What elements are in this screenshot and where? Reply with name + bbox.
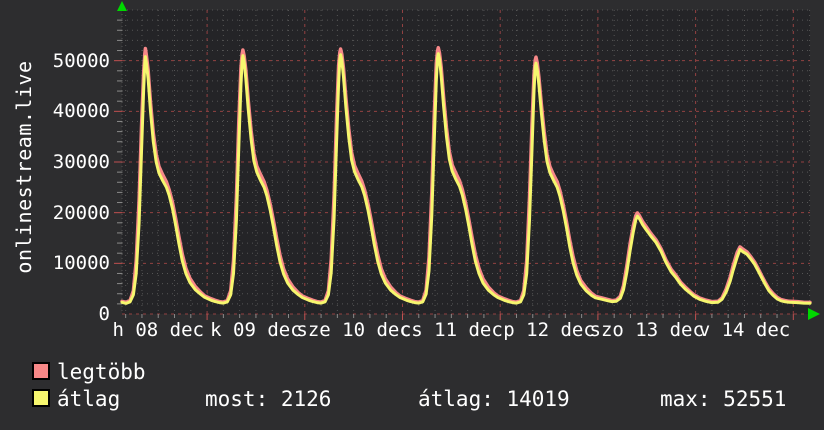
x-axis-arrow-icon xyxy=(808,308,820,320)
legend-row-avg: átlag most: 2126 átlag: 14019 max: 52551 xyxy=(0,387,824,411)
stat-max-label: max: xyxy=(660,387,711,411)
legend-swatch-legtobb xyxy=(32,362,50,380)
y-axis-label: 40000 xyxy=(52,100,110,123)
stat-max-value: 52551 xyxy=(723,387,787,411)
stat-atlag-value: 14019 xyxy=(506,387,570,411)
y-axis-label: 50000 xyxy=(52,49,110,72)
legend-label-atlag: átlag xyxy=(57,387,121,411)
y-axis-label: 30000 xyxy=(52,151,110,173)
legend-row-max: legtöbb xyxy=(0,360,824,384)
stat-atlag-label: átlag: xyxy=(418,387,494,411)
stat-most-value: 2126 xyxy=(280,387,332,411)
y-axis-label: 10000 xyxy=(52,252,110,275)
stat-most-label: most: xyxy=(205,387,269,411)
rrd-graph: onlinestream.live 0 10000 20000 30000 40000 5… xyxy=(0,0,824,430)
legend-label-legtobb: legtöbb xyxy=(57,360,146,384)
y-axis-label: 20000 xyxy=(52,201,110,224)
y-axis-arrow-icon xyxy=(117,1,127,11)
stat-most: most: 2126 xyxy=(205,387,331,411)
stat-max: max: 52551 xyxy=(660,387,786,411)
stat-atlag: átlag: 14019 xyxy=(418,387,570,411)
legend-swatch-atlag xyxy=(32,389,50,407)
x-axis-label: v 14 dec xyxy=(698,319,791,341)
